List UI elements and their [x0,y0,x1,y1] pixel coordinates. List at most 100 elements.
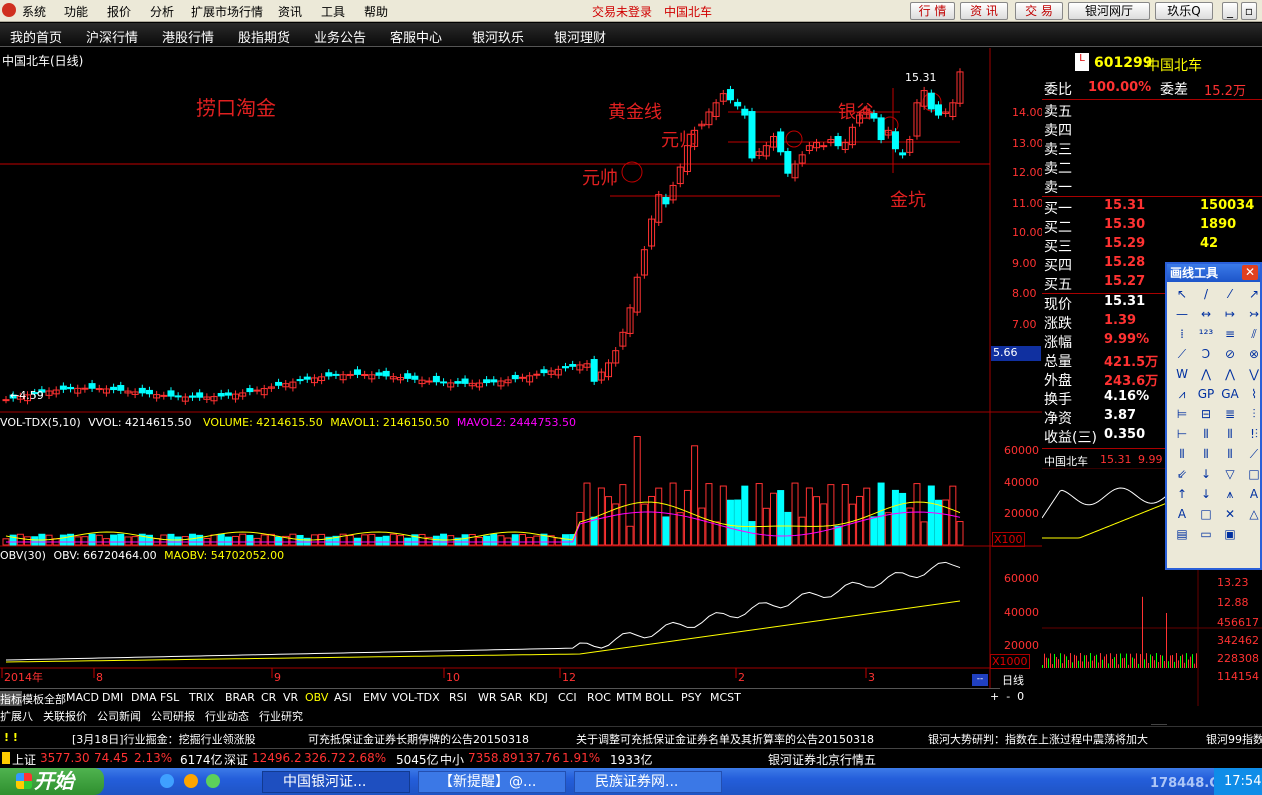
menu-tools[interactable]: 工具 [321,3,345,20]
indicator-tab-asi[interactable]: ASI [334,691,352,704]
browser-icon[interactable] [206,774,220,788]
nav-home[interactable]: 我的首页 [10,27,62,46]
draw-tool-12-icon[interactable]: ⟋ [1171,345,1193,363]
zoom-controls[interactable]: + - 0 [990,690,1024,703]
yinhe-hall-button[interactable]: 银河网厅 [1068,2,1150,20]
draw-tool-50-icon[interactable]: ▣ [1219,525,1241,543]
draw-tool-26-icon[interactable]: ≣ [1219,405,1241,423]
draw-tool-22-icon[interactable]: GA [1219,385,1241,403]
close-icon[interactable]: ✕ [1242,265,1258,280]
indicator-tab-vol-tdx[interactable]: VOL-TDX [392,691,440,704]
task-yinhe[interactable]: 中国银河证... [262,771,410,793]
draw-tool-35-icon[interactable]: ⟋ [1243,445,1262,463]
info-tab-3[interactable]: 公司研报 [151,708,195,724]
indicator-tab-vr[interactable]: VR [283,691,298,704]
indicator-tab-fsl[interactable]: FSL [160,691,179,704]
draw-tool-34-icon[interactable]: ⦀ [1219,445,1241,463]
draw-tool-0-icon[interactable]: ↖ [1171,285,1193,303]
nav-futures[interactable]: 股指期货 [238,27,290,46]
draw-tool-14-icon[interactable]: ⊘ [1219,345,1241,363]
draw-tool-36-icon[interactable]: ⇙ [1171,465,1193,483]
draw-tool-24-icon[interactable]: ⊨ [1171,405,1193,423]
draw-tool-16-icon[interactable]: W [1171,365,1193,383]
indicator-tab-mtm[interactable]: MTM [616,691,642,704]
indicator-tab-dmi[interactable]: DMI [102,691,123,704]
draw-tool-10-icon[interactable]: ≡ [1219,325,1241,343]
indicator-tab-指标[interactable]: 指标 [0,691,22,707]
news-item-5[interactable]: 银河99指数 [1206,731,1262,747]
draw-tool-41-icon[interactable]: ↓ [1195,485,1217,503]
draw-tool-46-icon[interactable]: ✕ [1219,505,1241,523]
draw-tool-47-icon[interactable]: △ [1243,505,1262,523]
nav-jiule[interactable]: 银河玖乐 [472,27,524,46]
info-tab-1[interactable]: 关联报价 [43,708,87,724]
ie-icon[interactable] [160,774,174,788]
draw-tool-18-icon[interactable]: ⋀ [1219,365,1241,383]
desktop-icon[interactable] [184,774,198,788]
trade-tab-button[interactable]: 交 易 [1015,2,1063,20]
menu-function[interactable]: 功能 [64,3,88,20]
indicator-tab-trix[interactable]: TRIX [189,691,214,704]
news-tab-button[interactable]: 资 讯 [960,2,1008,20]
draw-tool-17-icon[interactable]: ⋀ [1195,365,1217,383]
quote-tab-button[interactable]: 行 情 [910,2,955,20]
menu-extended-market[interactable]: 扩展市场行情 [191,3,263,20]
news-item-4[interactable]: 银河大势研判：指数在上涨过程中震荡将加大 [928,731,1148,747]
chart-canvas[interactable]: 14.00 13.00 12.00 11.00 10.00 9.00 8.00 7.00 600… [0,48,1042,688]
indicator-tab-sar[interactable]: SAR [500,691,522,704]
indicator-tab-emv[interactable]: EMV [363,691,387,704]
jiule-q-button[interactable]: 玖乐Q [1155,2,1213,20]
news-item-1[interactable]: [3月18日]行业掘金：挖掘行业领涨股 [72,731,256,747]
indicator-tab-roc[interactable]: ROC [587,691,611,704]
menu-quote[interactable]: 报价 [107,3,131,20]
restore-button[interactable]: ▫ [1241,2,1257,20]
draw-tool-2-icon[interactable]: ⁄ [1219,285,1241,303]
draw-tool-19-icon[interactable]: ⋁ [1243,365,1262,383]
indicator-tab-kdj[interactable]: KDJ [529,691,548,704]
draw-tool-37-icon[interactable]: ↓ [1195,465,1217,483]
indicator-tab-macd[interactable]: MACD [66,691,99,704]
indicator-tab-brar[interactable]: BRAR [225,691,255,704]
info-tab-2[interactable]: 公司新闻 [97,708,141,724]
indicator-tab-cci[interactable]: CCI [558,691,577,704]
draw-tool-42-icon[interactable]: ⩚ [1219,485,1241,503]
draw-tool-8-icon[interactable]: ⁞ [1171,325,1193,343]
nav-hk[interactable]: 港股行情 [162,27,214,46]
draw-tool-51-icon[interactable] [1243,525,1262,543]
indicator-tab-psy[interactable]: PSY [681,691,701,704]
task-minzu[interactable]: 民族证券网... [574,771,722,793]
draw-tool-29-icon[interactable]: ⦀ [1195,425,1217,443]
indicator-tab-cr[interactable]: CR [261,691,276,704]
draw-tool-4-icon[interactable]: — [1171,305,1193,323]
draw-tool-13-icon[interactable]: Ɔ [1195,345,1217,363]
draw-tool-28-icon[interactable]: ⊢ [1171,425,1193,443]
task-reminder[interactable]: 【新提醒】@... [418,771,566,793]
nav-finance[interactable]: 银河理财 [554,27,606,46]
menu-help[interactable]: 帮助 [364,3,388,20]
draw-tool-48-icon[interactable]: ▤ [1171,525,1193,543]
indicator-tab-wr[interactable]: WR [478,691,497,704]
draw-tool-33-icon[interactable]: ⦀ [1195,445,1217,463]
draw-tool-25-icon[interactable]: ⊟ [1195,405,1217,423]
draw-tool-39-icon[interactable]: □ [1243,465,1262,483]
draw-tool-40-icon[interactable]: ↑ [1171,485,1193,503]
draw-tool-6-icon[interactable]: ↦ [1219,305,1241,323]
draw-tool-38-icon[interactable]: ▽ [1219,465,1241,483]
draw-tools-palette[interactable]: 画线工具 ✕ ↖ / ⁄ ↗ — ↔ ↦ ↣ ⁞ ¹²³ ≡ ⫽ ⟋ Ɔ ⊘ ⊗ W ⋀ ⋀ ⋁ ⩘ GP GA ⌇ ⊨ ⊟ ≣ ⫶ ⊢ ⦀… [1165,262,1262,570]
minimize-button[interactable]: _ [1222,2,1238,20]
draw-tool-15-icon[interactable]: ⊗ [1243,345,1262,363]
draw-tool-11-icon[interactable]: ⫽ [1243,325,1262,343]
info-tab-0[interactable]: 扩展八 [0,708,33,724]
nav-hushen[interactable]: 沪深行情 [86,27,138,46]
draw-tool-9-icon[interactable]: ¹²³ [1195,325,1217,343]
news-item-3[interactable]: 关于调整可充抵保证金证券名单及其折算率的公告20150318 [576,731,874,747]
draw-tool-5-icon[interactable]: ↔ [1195,305,1217,323]
menu-news[interactable]: 资讯 [278,3,302,20]
indicator-tab-boll[interactable]: BOLL [645,691,673,704]
draw-tool-7-icon[interactable]: ↣ [1243,305,1262,323]
draw-tool-20-icon[interactable]: ⩘ [1171,385,1193,403]
nav-service[interactable]: 客服中心 [390,27,442,46]
draw-tool-49-icon[interactable]: ▭ [1195,525,1217,543]
draw-tool-30-icon[interactable]: ⦀ [1219,425,1241,443]
indicator-tab-全部[interactable]: 全部 [44,691,66,707]
